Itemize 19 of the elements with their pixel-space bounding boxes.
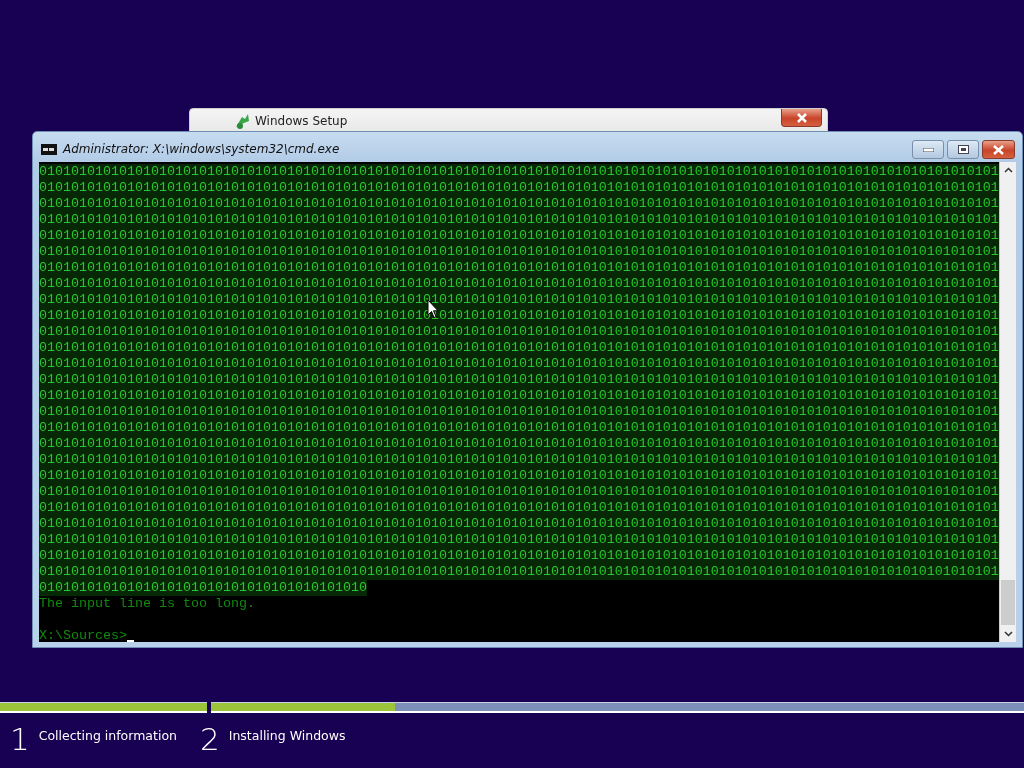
window-title: Administrator: X:\windows\system32\cmd.exe: [63, 141, 340, 158]
window-title: Windows Setup: [255, 113, 348, 129]
command-prompt: X:\Sources>: [39, 628, 127, 642]
output-line: The input line is too long.: [39, 596, 255, 612]
console-icon: [41, 143, 57, 155]
close-icon: [795, 112, 808, 123]
setup-icon: [234, 113, 251, 129]
step-number: 2: [200, 724, 220, 755]
scrollbar[interactable]: [1000, 162, 1016, 642]
scroll-thumb[interactable]: [1001, 580, 1015, 625]
maximize-icon: [957, 145, 969, 154]
step-label: Collecting information: [38, 727, 177, 745]
close-button[interactable]: [781, 109, 822, 127]
step-label: Installing Windows: [228, 727, 346, 745]
minimize-icon: [922, 147, 934, 152]
close-icon: [992, 144, 1005, 155]
close-button[interactable]: [982, 140, 1015, 159]
maximize-button[interactable]: [947, 140, 979, 159]
step-number: 1: [10, 724, 30, 755]
